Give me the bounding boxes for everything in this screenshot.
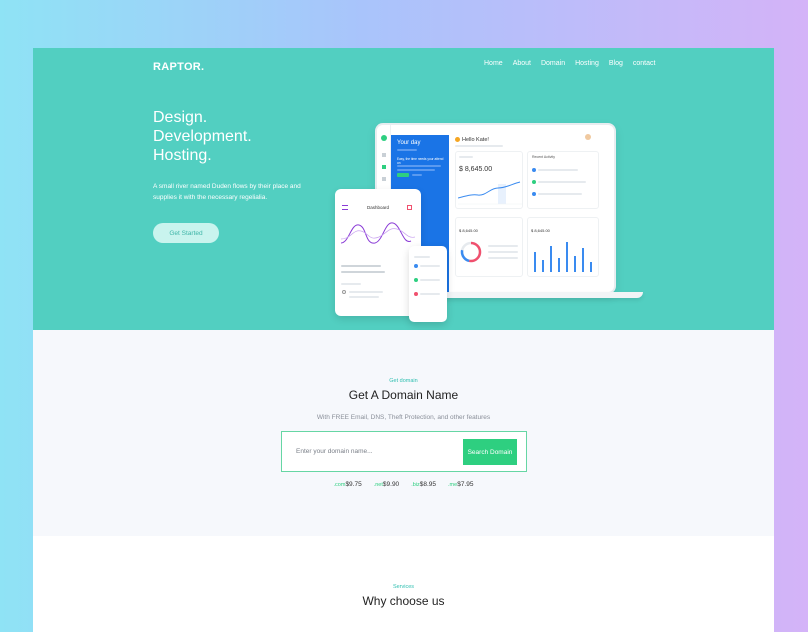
hero-section: RAPTOR. Home About Domain Hosting Blog c… [33,48,774,330]
bar-chart [534,242,592,272]
domain-eyebrow: Get domain [389,378,418,384]
nav-about[interactable]: About [513,60,531,67]
tld-price: $9.75 [345,481,362,488]
domain-prices: .com$9.75 .net$9.90 .biz$8.95 .me$7.95 [33,481,774,488]
tld-price: $9.90 [382,481,400,488]
mockup-main: Hello Kate! $ 8,645.00 Recent Activity $… [455,134,614,292]
balance-amount: $ 8,645.00 [459,166,493,173]
domain-search-input[interactable] [287,438,459,465]
price-item: .me$7.95 [448,481,473,488]
totals-card: $ 8,645.00 [455,217,523,277]
wave-chart [341,222,415,244]
totals-amount-2: $ 8,645.00 [531,228,550,233]
headline-line: Development. [153,128,252,145]
tld-label: .me [448,482,458,488]
landing-page: RAPTOR. Home About Domain Hosting Blog c… [33,48,774,632]
services-section: Services Why choose us [33,536,774,632]
domain-section: Get domain Get A Domain Name With FREE E… [33,330,774,536]
mockup-greeting: Hello Kate! [462,137,489,143]
tld-label: .biz [411,482,420,488]
tld-label: .com [333,482,346,488]
tld-label: .net [373,482,383,488]
hero-description: A small river named Duden flows by their… [153,183,301,201]
price-item: .net$9.90 [374,481,399,488]
price-item: .com$9.75 [334,481,362,488]
tld-price: $7.95 [457,481,474,488]
nav-blog[interactable]: Blog [609,60,623,67]
tld-price: $8.95 [419,481,437,488]
donut-chart [460,241,482,263]
hero-headline: Design. Development. Hosting. [153,108,252,165]
mockup-blue-subtitle: Easy, the time needs your attend on [397,157,444,165]
recent-activity-card: Recent Activity [527,151,599,209]
services-title: Why choose us [362,594,445,608]
domain-search-form: Search Domain [281,431,527,472]
nav-domain[interactable]: Domain [541,60,565,67]
headline-line: Hosting. [153,147,212,164]
services-eyebrow: Services [392,584,415,590]
totals-amount: $ 8,645.00 [459,228,478,233]
brand-logo[interactable]: RAPTOR. [153,61,204,73]
domain-subtitle: With FREE Email, DNS, Theft Protection, … [316,414,491,421]
nav-home[interactable]: Home [484,60,503,67]
balance-line-chart [458,181,522,205]
mockup-blue-title: Your day [397,140,421,146]
small-phone-mockup [409,246,447,322]
domain-title: Get A Domain Name [348,388,459,402]
balance-card: $ 8,645.00 [455,151,523,209]
get-started-button[interactable]: Get Started [153,223,219,243]
main-nav: Home About Domain Hosting Blog contact [484,60,655,67]
bar-chart-card: $ 8,645.00 [527,217,599,277]
calendar-icon [407,205,412,210]
recent-activity-label: Recent Activity [532,155,555,159]
nav-hosting[interactable]: Hosting [575,60,599,67]
headline-line: Design. [153,109,208,126]
price-item: .biz$8.95 [411,481,436,488]
nav-contact[interactable]: contact [633,60,656,67]
search-domain-button[interactable]: Search Domain [463,439,517,465]
